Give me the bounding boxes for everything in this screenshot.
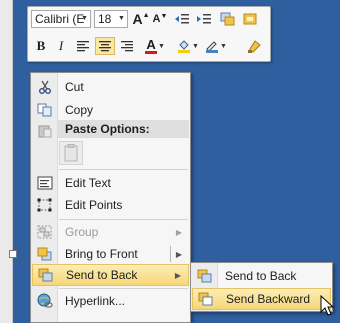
italic-button[interactable]: I <box>52 37 70 55</box>
align-left-button[interactable] <box>73 37 93 55</box>
submenu-arrow-icon[interactable]: ▶ <box>176 250 182 259</box>
chevron-down-icon[interactable]: ▼ <box>158 43 165 50</box>
format-painter-button[interactable] <box>244 37 264 55</box>
menu-item-label: Send Backward <box>226 292 311 306</box>
align-left-icon <box>77 41 89 52</box>
menu-item-label: Copy <box>65 103 94 117</box>
clipboard-icon <box>64 144 78 162</box>
menu-item-copy[interactable]: Copy <box>32 99 189 121</box>
font-color-icon: A <box>146 36 156 52</box>
bold-button[interactable]: B <box>32 37 50 55</box>
menu-item-label: Edit Text <box>65 176 111 190</box>
align-right-button[interactable] <box>117 37 137 55</box>
shape-fill-button[interactable]: ▼ <box>175 37 201 55</box>
chevron-down-icon[interactable]: ▼ <box>116 11 127 27</box>
menu-item-label: Bring to Front <box>65 247 138 261</box>
bold-icon: B <box>36 38 46 53</box>
paste-icon <box>32 120 58 142</box>
edit-points-icon <box>32 194 58 216</box>
menu-item-label: Hyperlink... <box>65 294 126 308</box>
menu-item-edit-text[interactable]: Edit Text <box>32 172 189 194</box>
font-color-swatch <box>145 50 158 54</box>
submenu-item-send-backward[interactable]: Send Backward <box>192 288 331 310</box>
increase-indent-icon <box>197 14 211 24</box>
text-box-icon <box>32 172 58 194</box>
font-name-combo[interactable]: Calibri (E ▼ <box>31 10 91 28</box>
globe-link-icon <box>32 290 58 312</box>
decrease-indent-icon <box>175 14 189 24</box>
grow-font-icon: A <box>132 11 143 27</box>
selection-handle[interactable] <box>9 250 17 258</box>
menu-item-group[interactable]: Group ▶ <box>32 221 189 243</box>
chevron-down-icon[interactable]: ▼ <box>79 11 90 27</box>
paint-bucket-icon <box>178 40 191 53</box>
menu-item-label: Send to Back <box>66 268 138 282</box>
paste-options-header: Paste Options: <box>58 120 189 138</box>
arrange-button[interactable] <box>218 10 238 28</box>
align-center-button[interactable] <box>95 37 115 55</box>
format-painter-icon <box>248 39 261 53</box>
mouse-cursor-icon <box>320 295 335 316</box>
menu-item-send-to-back[interactable]: Send to Back ▶ <box>32 264 189 286</box>
menu-item-label: Group <box>65 225 99 239</box>
send-backward-icon <box>193 288 219 310</box>
shrink-font-button[interactable]: A ▼ <box>151 10 169 28</box>
context-menu: Cut Copy Paste Options: Edit Text Edit P… <box>30 72 191 323</box>
menu-item-label: Edit Points <box>65 198 123 212</box>
align-center-icon <box>99 41 111 52</box>
group-icon <box>32 221 58 243</box>
menu-item-bring-to-front[interactable]: Bring to Front ▶ <box>32 243 189 265</box>
chevron-down-icon[interactable]: ▼ <box>220 43 227 50</box>
submenu-item-send-to-back[interactable]: Send to Back <box>192 265 331 287</box>
pen-outline-icon <box>206 41 219 53</box>
send-to-back-icon <box>192 265 218 287</box>
submenu-arrow-icon: ▶ <box>175 227 182 237</box>
arrange-icon <box>220 12 235 26</box>
quick-styles-button[interactable] <box>241 10 261 28</box>
shrink-font-icon: A <box>152 13 161 25</box>
copy-icon <box>32 99 58 121</box>
menu-item-label: Send to Back <box>225 269 297 283</box>
increase-indent-button[interactable] <box>194 10 214 28</box>
align-right-icon <box>121 41 133 52</box>
grow-font-button[interactable]: A ▲ <box>132 10 150 28</box>
menu-separator <box>59 219 188 220</box>
quick-styles-icon <box>243 13 257 25</box>
font-size-combo[interactable]: 18 ▼ <box>94 10 128 28</box>
shape-outline-button[interactable]: ▼ <box>203 37 229 55</box>
submenu-arrow-icon[interactable]: ▶ <box>175 271 181 280</box>
scissors-icon <box>32 76 58 98</box>
paste-keep-source-button[interactable] <box>59 141 83 165</box>
send-to-back-submenu: Send to Back Send Backward <box>190 262 333 312</box>
menu-item-edit-points[interactable]: Edit Points <box>32 194 189 216</box>
menu-item-hyperlink[interactable]: Hyperlink... <box>32 290 189 312</box>
font-name-value: Calibri (E <box>35 12 85 26</box>
menu-item-label: Cut <box>65 80 84 94</box>
split-divider <box>170 246 171 262</box>
menu-separator <box>59 169 188 170</box>
italic-icon: I <box>58 38 64 53</box>
bring-to-front-icon <box>32 243 58 265</box>
font-size-value: 18 <box>98 12 112 26</box>
chevron-down-icon[interactable]: ▼ <box>192 43 199 50</box>
slide-panel-edge <box>0 0 13 323</box>
decrease-indent-button[interactable] <box>172 10 192 28</box>
send-to-back-icon <box>33 264 59 286</box>
menu-separator <box>59 288 188 289</box>
mini-toolbar: Calibri (E ▼ 18 ▼ A ▲ A ▼ B I A ▼ ▼ ▼ <box>27 6 271 62</box>
menu-item-cut[interactable]: Cut <box>32 76 189 98</box>
font-color-button[interactable]: A ▼ <box>141 37 169 55</box>
